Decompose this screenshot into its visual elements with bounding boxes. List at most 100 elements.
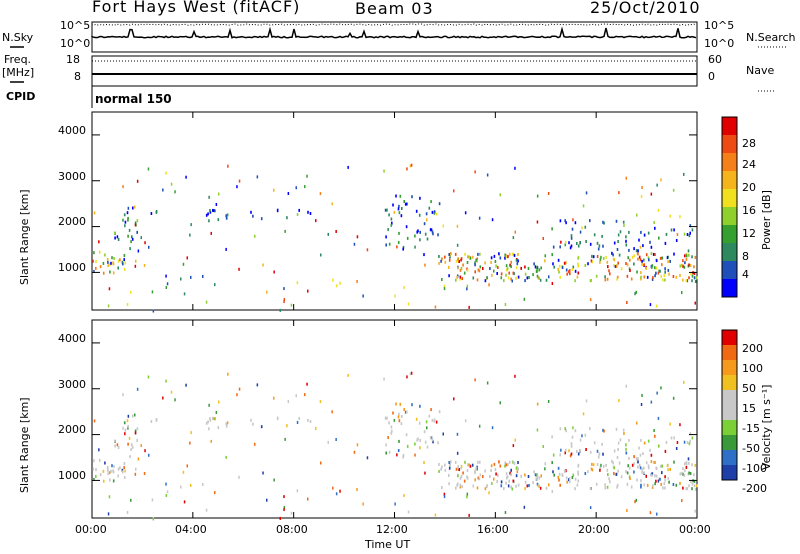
power-cell [424, 232, 427, 236]
velocity-cell [570, 444, 573, 448]
power-cell [679, 215, 681, 219]
velocity-cell [123, 476, 126, 479]
power-cell [482, 267, 484, 270]
velocity-cell [508, 479, 510, 483]
power-cell [544, 259, 546, 263]
velocity-cell [691, 487, 693, 491]
velocity-cell [633, 470, 635, 474]
velocity-cell [606, 468, 609, 472]
velocity-cell [572, 426, 574, 430]
velocity-cell [486, 484, 488, 488]
velocity-cell [114, 439, 116, 443]
power-cell [205, 213, 208, 217]
velocity-cell [560, 448, 562, 452]
power-cell [577, 244, 580, 248]
power-cell [390, 217, 393, 221]
velocity-cell [225, 422, 227, 426]
velocity-cell [95, 474, 97, 478]
power-cell [123, 213, 126, 217]
velocity-cell [613, 472, 615, 476]
velocity-cell [643, 466, 645, 470]
power-cell [134, 223, 137, 227]
velocity-cell [130, 448, 132, 452]
velocity-cell [505, 463, 508, 467]
power-cell [528, 276, 530, 279]
velocity-cell [463, 479, 466, 483]
power-cell [254, 234, 256, 238]
velocity-cell [592, 463, 595, 467]
power-cell [514, 230, 516, 234]
velocity-cell [283, 508, 285, 512]
power-cell [273, 188, 275, 192]
velocity-cell [124, 432, 126, 436]
power-cell [547, 192, 550, 195]
power-cell [131, 237, 134, 241]
power-cell [398, 231, 400, 235]
power-cell [127, 216, 129, 220]
power-cell [475, 258, 477, 262]
velocity-cell [579, 449, 581, 452]
power-cell [111, 256, 113, 260]
velocity-cell [638, 463, 641, 467]
power-cell [651, 265, 653, 269]
power-cell [689, 264, 692, 267]
velocity-cell [273, 396, 275, 400]
power-cell [681, 263, 683, 267]
power-cbar-tick: 4 [742, 268, 749, 281]
velocity-cell [385, 451, 387, 455]
velocity-cell [656, 512, 658, 516]
velocity-cell [166, 490, 169, 494]
power-cell [454, 252, 457, 256]
power-cell [126, 211, 129, 215]
power-cell [150, 212, 153, 215]
power-cell [688, 253, 690, 257]
velocity-cell [640, 403, 643, 406]
nsky-line-legend [10, 46, 24, 48]
power-cell [640, 230, 642, 234]
power-cell [596, 241, 599, 245]
velocity-cell [491, 481, 493, 485]
velocity-cell [123, 421, 126, 425]
power-cell [499, 193, 501, 197]
velocity-cell [127, 442, 129, 446]
power-cell [386, 208, 388, 212]
velocity-cell [482, 475, 484, 478]
power-cell [419, 196, 421, 200]
nsearch-trace [91, 23, 697, 26]
velocity-cell [387, 436, 389, 439]
velocity-cell [623, 432, 625, 435]
xlabel: Time UT [365, 538, 411, 551]
velocity-cell [273, 478, 275, 482]
velocity-cell [260, 425, 263, 429]
velocity-cell [605, 463, 607, 467]
velocity-cell [538, 476, 541, 480]
velocity-cell [332, 486, 334, 490]
velocity-cell [506, 475, 509, 479]
power-cell [455, 259, 458, 263]
power-cell [499, 256, 502, 260]
velocity-cell [542, 445, 544, 448]
velocity-cell [600, 463, 602, 467]
power-cell [574, 269, 577, 273]
power-cell [679, 273, 681, 277]
velocity-cell [114, 444, 116, 448]
power-cell [461, 277, 464, 281]
velocity-cell [287, 400, 290, 403]
velocity-cell [441, 486, 443, 489]
velocity-cell [320, 461, 322, 465]
velocity-cell [515, 474, 518, 478]
power-cell [584, 225, 587, 229]
power-cell [227, 164, 229, 168]
power-cell [513, 253, 516, 257]
velocity-cell [666, 464, 669, 468]
velocity-cell [654, 434, 656, 438]
power-cell [643, 263, 645, 267]
power-cell [634, 292, 636, 296]
velocity-cell [574, 477, 577, 481]
velocity-cell [457, 465, 459, 469]
velocity-cell [468, 513, 470, 517]
power-cbar-tick: 28 [742, 137, 756, 150]
power-cell [442, 224, 444, 228]
power-cell [669, 259, 671, 263]
power-cell [460, 258, 462, 262]
